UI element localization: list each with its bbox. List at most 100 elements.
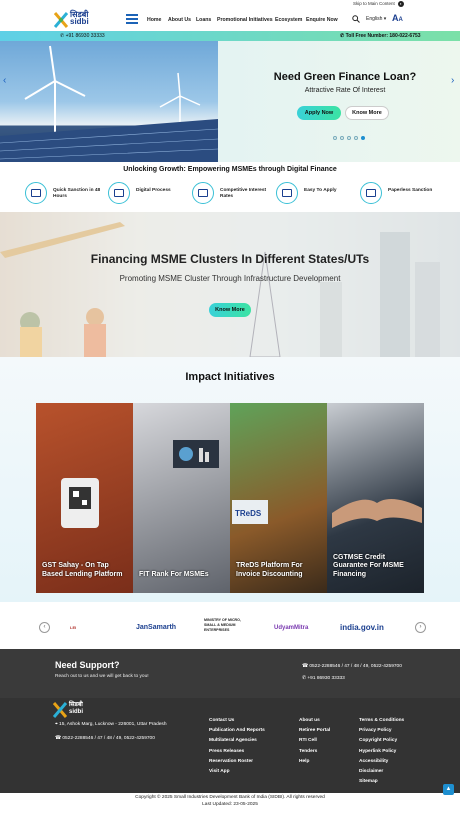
partners-prev-icon[interactable]: ‹: [39, 622, 50, 633]
nav-home[interactable]: Home: [147, 17, 161, 23]
footer-link[interactable]: Tenders: [299, 749, 330, 759]
search-icon[interactable]: [352, 15, 360, 23]
impact-card-treds[interactable]: TReDS TReDS Platform For Invoice Discoun…: [230, 403, 327, 593]
footer-link[interactable]: Press Releases: [209, 749, 265, 759]
cluster-title: Financing MSME Clusters In Different Sta…: [90, 252, 370, 266]
footer-phone-text: 0522-2288546 / 47 / 48 / 49, 0522-425970…: [62, 736, 155, 741]
footer-link[interactable]: Reservation Roster: [209, 759, 265, 769]
treds-sign-image: TReDS: [232, 500, 268, 524]
feature-label: Digital Process: [136, 188, 171, 193]
hero-subtitle: Attractive Rate Of Interest: [304, 87, 386, 94]
hero-know-more-button[interactable]: Know More: [345, 106, 389, 120]
nav-ecosystem[interactable]: Ecosystem: [275, 17, 302, 23]
footer-link[interactable]: Hyperlink Policy: [359, 749, 404, 759]
logo-english: sidbi: [70, 17, 89, 26]
footer-logo-icon[interactable]: [53, 702, 67, 718]
hero-prev-arrow[interactable]: ‹: [3, 75, 6, 86]
top-strip: Skip to Main Content ◐: [0, 0, 460, 8]
footer-phone[interactable]: ☎ 0522-2288546 / 47 / 48 / 49, 0522-4259…: [55, 736, 155, 741]
footer-column-1: Contact Us Publication And Reports Multi…: [209, 718, 265, 779]
svg-text:TReDS: TReDS: [235, 509, 262, 518]
footer-link[interactable]: Contact Us: [209, 718, 265, 728]
footer-address: ⌖ 15, Ashok Marg, Lucknow - 226001, Utta…: [55, 722, 167, 727]
carousel-dot[interactable]: [333, 136, 337, 140]
hero-banner: ‹ › Need Green Finance Loan? Attractive …: [0, 41, 460, 162]
impact-card-fit-rank[interactable]: FIT Rank For MSMEs: [133, 403, 230, 593]
footer-link[interactable]: Retiree Portal: [299, 728, 330, 738]
nav-enquire[interactable]: Enquire Now: [306, 17, 338, 23]
feature-paperless: Paperless Sanction: [360, 180, 440, 208]
partner-logo-lei[interactable]: LEI: [70, 618, 76, 638]
footer-link[interactable]: RTI Cell: [299, 738, 330, 748]
sidbi-logo-icon[interactable]: [54, 12, 68, 28]
site-header: सिडबी sidbi Home About Us Loans Promotio…: [0, 8, 460, 31]
accessibility-icon[interactable]: ◐: [398, 1, 404, 7]
impact-card-title: GST Sahay - On Tap Based Lending Platfor…: [42, 562, 123, 578]
checklist-icon: [276, 182, 298, 204]
impact-card-title: FIT Rank For MSMEs: [139, 570, 209, 578]
language-select[interactable]: English ▾: [366, 16, 386, 22]
support-text: Reach out to us and we will get back to …: [55, 674, 149, 679]
footer-column-2: About us Retiree Portal RTI Cell Tenders…: [299, 718, 330, 769]
tollfree-contact[interactable]: ✆ Toll Free Number: 180-022-6753: [340, 33, 421, 39]
cluster-know-more-button[interactable]: Know More: [209, 303, 251, 317]
impact-card-gst-sahay[interactable]: GST Sahay - On Tap Based Lending Platfor…: [36, 403, 133, 593]
support-section: Need Support? Reach out to us and we wil…: [0, 649, 460, 698]
footer-link[interactable]: Help: [299, 759, 330, 769]
footer-link[interactable]: Copyright Policy: [359, 738, 404, 748]
tollfree-number: Toll Free Number: 180-022-6753: [345, 33, 421, 39]
font-size-icon[interactable]: AA: [392, 13, 403, 23]
feature-label: Paperless Sanction: [388, 188, 433, 193]
footer-link[interactable]: Multilateral Agencies: [209, 738, 265, 748]
hero-next-arrow[interactable]: ›: [451, 75, 454, 86]
footer-link[interactable]: Disclaimer: [359, 769, 404, 779]
partner-logo-udyammitra[interactable]: UdyamMitra: [274, 618, 308, 638]
partners-next-icon[interactable]: ›: [415, 622, 426, 633]
nav-promotional-initiatives[interactable]: Promotional Initiatives: [217, 17, 273, 23]
footer-column-3: Terms & Conditions Privacy Policy Copyri…: [359, 718, 404, 789]
carousel-dot[interactable]: [347, 136, 351, 140]
carousel-dot-active[interactable]: [361, 136, 365, 140]
partner-logo-india-gov[interactable]: india.gov.in: [340, 618, 384, 638]
footer-link[interactable]: Accessibility: [359, 759, 404, 769]
impact-card-title: TReDS Platform For Invoice Discounting: [236, 562, 303, 578]
support-phone-number: 0522-2288546 / 47 / 48 / 49, 0522-425970…: [309, 664, 402, 669]
percent-icon: [192, 182, 214, 204]
footer-logo-english: sidbi: [69, 709, 84, 715]
footer: सिडबी sidbi ⌖ 15, Ashok Marg, Lucknow - 2…: [0, 698, 460, 793]
hero-image-wind-turbines: [0, 41, 218, 162]
contact-bar: ✆ +91 86930 33333 ✆ Toll Free Number: 18…: [0, 31, 460, 41]
nav-about[interactable]: About Us: [168, 17, 191, 23]
laptop-chart-image: [173, 440, 219, 468]
carousel-dot[interactable]: [354, 136, 358, 140]
cluster-banner: Financing MSME Clusters In Different Sta…: [0, 212, 460, 357]
apply-now-button[interactable]: Apply Now: [297, 106, 341, 120]
feature-interest-rates: Competitive Interest Rates: [192, 180, 272, 208]
partner-logo-jansamarth[interactable]: JanSamarth: [136, 618, 176, 638]
support-phone[interactable]: ☎ 0522-2288546 / 47 / 48 / 49, 0522-4259…: [302, 664, 402, 669]
whatsapp-contact[interactable]: ✆ +91 86930 33333: [60, 33, 105, 39]
partner-logo-msme-ministry[interactable]: MINISTRY OF MICRO, SMALL & MEDIUM ENTERP…: [204, 618, 254, 638]
footer-link[interactable]: Terms & Conditions: [359, 718, 404, 728]
footer-link[interactable]: Privacy Policy: [359, 728, 404, 738]
impact-card-cgtmse[interactable]: CGTMSE Credit Guarantee For MSME Financi…: [327, 403, 424, 593]
copyright-block: Copyright © 2025 Small Industries Develo…: [0, 794, 460, 808]
footer-logo-text: सिडबी sidbi: [69, 702, 83, 716]
carousel-dot[interactable]: [340, 136, 344, 140]
logo-text: सिडबी sidbi: [70, 11, 89, 26]
support-whatsapp[interactable]: ✆ +91 86930 33333: [302, 676, 345, 681]
menu-icon[interactable]: [126, 14, 138, 24]
footer-link[interactable]: Publication And Reports: [209, 728, 265, 738]
partners-carousel: ‹ LEI JanSamarth MINISTRY OF MICRO, SMAL…: [0, 605, 460, 649]
feature-label: Quick Sanction in 48 Hours: [53, 188, 101, 199]
footer-link[interactable]: Visit App: [209, 769, 265, 779]
clock-icon: [25, 182, 47, 204]
skip-to-content-link[interactable]: Skip to Main Content: [353, 1, 395, 6]
footer-link[interactable]: Sitemap: [359, 779, 404, 789]
footer-link[interactable]: About us: [299, 718, 330, 728]
unlock-growth-heading: Unlocking Growth: Empowering MSMEs throu…: [123, 166, 337, 173]
impact-title: Impact Initiatives: [185, 371, 275, 383]
scroll-to-top-icon[interactable]: ▲: [443, 784, 454, 795]
last-updated-text: Last Updated: 23-05-2025: [202, 802, 258, 807]
nav-loans[interactable]: Loans: [196, 17, 211, 23]
